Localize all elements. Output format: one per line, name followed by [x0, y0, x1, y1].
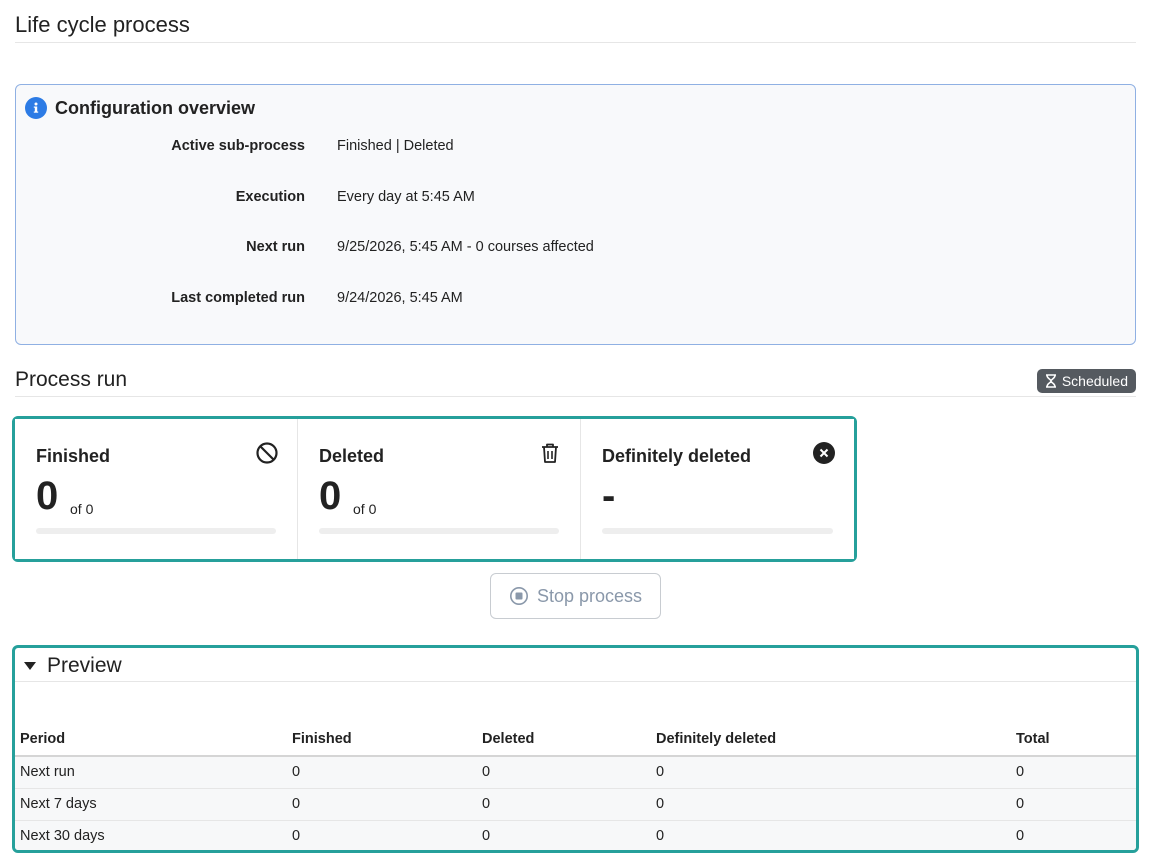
card-title: Finished	[36, 446, 111, 466]
table-cell: 0	[287, 820, 477, 850]
column-header-period: Period	[15, 723, 287, 757]
card-title: Definitely deleted	[602, 446, 752, 466]
card-of-total: of 0	[353, 501, 377, 517]
hourglass-icon	[1045, 374, 1056, 388]
config-value: Finished | Deleted	[337, 138, 454, 154]
card-count: -	[602, 474, 616, 518]
stop-process-label: Stop process	[536, 585, 643, 606]
card-count: 0	[319, 474, 342, 518]
info-icon	[25, 97, 47, 119]
progress-bar	[319, 528, 559, 534]
configuration-overview-title: Configuration overview	[55, 97, 256, 118]
stop-process-button[interactable]: Stop process	[490, 573, 661, 619]
preview-panel: Preview Period Finished Deleted Definite…	[12, 645, 1139, 853]
caret-down-icon	[24, 662, 36, 670]
table-cell: 0	[287, 756, 477, 789]
card-finished: Finished 0 of 0	[15, 419, 298, 559]
table-cell: Next 7 days	[15, 788, 287, 821]
trash-icon	[542, 443, 558, 463]
table-cell: 0	[287, 788, 477, 821]
config-label: Active sub-process	[171, 138, 305, 154]
title-divider	[15, 42, 1136, 43]
column-header-total: Total	[1011, 723, 1136, 757]
table-row: Next 7 days 0 0 0 0	[15, 788, 1136, 821]
configuration-overview-header: Configuration overview	[25, 97, 255, 119]
status-badge-label: Scheduled	[1061, 373, 1128, 389]
column-header-definitely-deleted: Definitely deleted	[651, 723, 1011, 757]
table-header-row: Period Finished Deleted Definitely delet…	[15, 723, 1136, 757]
preview-title: Preview	[47, 654, 122, 677]
config-value: 9/24/2026, 5:45 AM	[337, 290, 463, 306]
status-badge: Scheduled	[1036, 369, 1136, 393]
config-label: Last completed run	[171, 290, 305, 306]
table-cell: 0	[477, 820, 651, 850]
card-title: Deleted	[319, 446, 385, 466]
configuration-overview-panel: Configuration overview Active sub-proces…	[15, 84, 1136, 345]
table-cell: 0	[477, 756, 651, 789]
table-row: Next run 0 0 0 0	[15, 756, 1136, 789]
ban-icon	[256, 442, 278, 464]
config-value: Every day at 5:45 AM	[337, 189, 475, 205]
table-row: Next 30 days 0 0 0 0	[15, 820, 1136, 850]
process-run-divider	[15, 396, 1136, 397]
card-of-total: of 0	[70, 501, 94, 517]
table-cell: 0	[651, 788, 1011, 821]
card-deleted: Deleted 0 of 0	[298, 419, 581, 559]
table-cell: 0	[477, 788, 651, 821]
column-header-deleted: Deleted	[477, 723, 651, 757]
page-title: Life cycle process	[15, 12, 190, 37]
config-label: Execution	[235, 189, 305, 205]
table-cell: Next 30 days	[15, 820, 287, 850]
progress-bar	[36, 528, 276, 534]
preview-table: Period Finished Deleted Definitely delet…	[15, 723, 1136, 850]
column-header-finished: Finished	[287, 723, 477, 757]
process-run-title: Process run	[15, 368, 128, 391]
table-cell: 0	[651, 820, 1011, 850]
table-cell: 0	[651, 756, 1011, 789]
preview-toggle[interactable]: Preview	[23, 654, 122, 678]
process-run-cards: Finished 0 of 0 Deleted 0 of 0 Definitel…	[12, 416, 857, 562]
table-cell: 0	[1011, 788, 1136, 821]
table-cell: 0	[1011, 756, 1136, 789]
card-definitely-deleted: Definitely deleted -	[581, 419, 854, 559]
config-label: Next run	[246, 239, 305, 255]
preview-divider	[15, 681, 1136, 682]
progress-bar	[602, 528, 833, 534]
table-cell: Next run	[15, 756, 287, 789]
stop-circle-icon	[509, 587, 528, 605]
close-circle-icon	[813, 442, 835, 464]
card-count: 0	[36, 474, 59, 518]
table-cell: 0	[1011, 820, 1136, 850]
config-value: 9/25/2026, 5:45 AM - 0 courses affected	[337, 239, 594, 255]
